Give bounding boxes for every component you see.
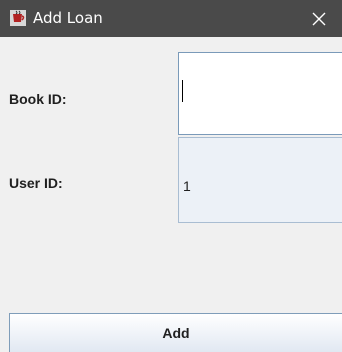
- user-id-label: User ID:: [9, 175, 63, 191]
- book-id-label: Book ID:: [9, 91, 67, 107]
- close-button[interactable]: [296, 0, 342, 37]
- book-id-input[interactable]: [178, 52, 342, 135]
- close-icon: [312, 12, 326, 25]
- title-bar: Add Loan: [0, 0, 342, 37]
- coffee-cup-icon: [10, 10, 26, 26]
- text-caret: [182, 80, 183, 102]
- window-title: Add Loan: [33, 9, 103, 27]
- user-id-value: 1: [183, 178, 191, 194]
- add-button[interactable]: Add: [9, 313, 342, 352]
- user-id-field[interactable]: 1: [178, 137, 342, 223]
